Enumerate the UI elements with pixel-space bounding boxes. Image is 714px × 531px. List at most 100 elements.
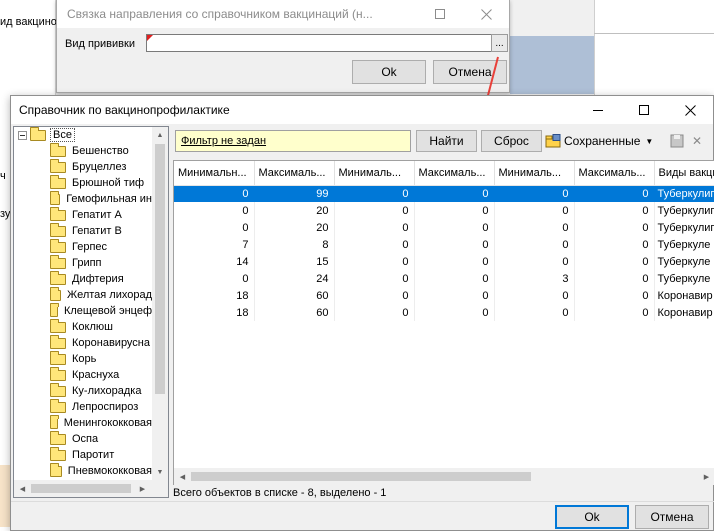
- saved-filters-dropdown[interactable]: Сохраненные ▼: [545, 130, 653, 152]
- maximize-button[interactable]: [417, 0, 463, 28]
- scroll-left-icon[interactable]: ◀: [174, 468, 191, 485]
- table-row[interactable]: 18 60 0 0 0 0 Коронавир: [174, 304, 714, 321]
- table-row[interactable]: 0 20 0 0 0 0 Туберкулиг: [174, 219, 714, 236]
- column-header[interactable]: Минималь...: [334, 161, 415, 186]
- find-button[interactable]: Найти: [416, 130, 477, 152]
- folder-icon: [50, 318, 66, 333]
- filter-toolbar: Фильтр не задан Найти Сброс Сохраненные …: [173, 128, 713, 156]
- scroll-right-icon[interactable]: ▶: [134, 480, 151, 497]
- scroll-down-icon[interactable]: ▼: [152, 464, 168, 481]
- link-dialog-titlebar[interactable]: Связка направления со справочником вакци…: [57, 0, 509, 28]
- table-cell: 0: [174, 270, 255, 287]
- tree-item[interactable]: Пневмококковая: [14, 462, 154, 479]
- tree-item[interactable]: Дифтерия: [14, 270, 154, 287]
- grid-horizontal-scrollbar[interactable]: ◀ ▶: [173, 468, 714, 485]
- folder-icon: [50, 222, 66, 237]
- tree-item[interactable]: Паротит: [14, 446, 154, 463]
- table-cell: 0: [414, 219, 495, 236]
- tree-item[interactable]: Лепроспироз: [14, 398, 154, 415]
- link-dialog-title: Связка направления со справочником вакци…: [67, 7, 373, 21]
- delete-filter-icon[interactable]: ✕: [689, 133, 705, 149]
- tree-item[interactable]: Корь: [14, 350, 154, 367]
- table-cell: 60: [254, 287, 335, 304]
- close-button[interactable]: [463, 0, 509, 28]
- tree-item[interactable]: Грипп: [14, 254, 154, 271]
- filter-link[interactable]: Фильтр не задан: [175, 130, 411, 152]
- maximize-button[interactable]: [621, 96, 667, 124]
- tree-vertical-scrollbar[interactable]: ▲ ▼: [152, 127, 168, 481]
- column-header[interactable]: Максималь...: [574, 161, 655, 186]
- table-cell: 0: [574, 219, 655, 236]
- table-cell: 0: [574, 304, 655, 321]
- scroll-up-icon[interactable]: ▲: [152, 127, 168, 144]
- tree-horizontal-thumb[interactable]: [31, 484, 131, 493]
- collapse-icon[interactable]: [18, 130, 27, 140]
- tree-item[interactable]: Желтая лихорад: [14, 286, 154, 303]
- tree-item-label: Бруцеллез: [72, 161, 127, 173]
- tree-item[interactable]: Менингококковая: [14, 414, 154, 431]
- table-body: 0 99 0 0 0 0 Туберкулиг 0 20 0 0 0 0 Туберкулиг 0 20 0 0 0…: [174, 185, 714, 321]
- tree-vertical-thumb[interactable]: [155, 144, 165, 394]
- background-selection-strip: [510, 36, 594, 94]
- ok-button[interactable]: Ok: [555, 505, 629, 529]
- table-cell: 0: [334, 236, 415, 253]
- reference-dialog-titlebar[interactable]: Справочник по вакцинопрофилактике: [11, 96, 713, 124]
- table-cell: 0: [494, 202, 575, 219]
- column-header[interactable]: Максималь...: [414, 161, 495, 186]
- table-cell: Туберкулиг: [654, 185, 714, 202]
- tree-item[interactable]: Герпес: [14, 238, 154, 255]
- table-cell: 0: [574, 202, 655, 219]
- table-row[interactable]: 14 15 0 0 0 0 Туберкуле: [174, 253, 714, 270]
- column-header[interactable]: Максималь...: [254, 161, 335, 186]
- tree-item-label: Менингококковая: [63, 417, 152, 429]
- save-filter-icon[interactable]: [669, 133, 685, 149]
- vaccine-category-tree[interactable]: Все Бешенство Бруцеллез Брюшной тиф Гемофил…: [13, 126, 169, 498]
- table-cell: 0: [414, 270, 495, 287]
- minimize-button[interactable]: [575, 96, 621, 124]
- tree-item[interactable]: Бешенство: [14, 142, 154, 159]
- vaccination-type-field[interactable]: [146, 34, 492, 52]
- ok-button[interactable]: Ok: [352, 60, 426, 84]
- tree-item[interactable]: Коронавирусна: [14, 334, 154, 351]
- tree-item[interactable]: Ку-лихорадка: [14, 382, 154, 399]
- vaccine-data-grid[interactable]: Минимальн... Максималь... Минималь... Макси…: [173, 160, 714, 484]
- scroll-right-icon[interactable]: ▶: [698, 468, 714, 485]
- table-row[interactable]: 0 24 0 0 3 0 Туберкуле: [174, 270, 714, 287]
- column-header[interactable]: Виды вакци: [654, 161, 714, 186]
- tree-item[interactable]: Бруцеллез: [14, 158, 154, 175]
- tree-item[interactable]: Оспа: [14, 430, 154, 447]
- table-cell: 0: [174, 219, 255, 236]
- tree-item-label: Оспа: [72, 433, 99, 445]
- grid-horizontal-thumb[interactable]: [191, 472, 531, 481]
- tree-item[interactable]: Гепатит А: [14, 206, 154, 223]
- table-header-row: Минимальн... Максималь... Минималь... Макси…: [174, 161, 714, 186]
- cancel-button[interactable]: Отмена: [635, 505, 709, 529]
- table-row[interactable]: 7 8 0 0 0 0 Туберкуле: [174, 236, 714, 253]
- close-button[interactable]: [667, 96, 713, 124]
- column-header[interactable]: Минималь...: [494, 161, 575, 186]
- maximize-icon: [435, 9, 445, 19]
- column-header[interactable]: Минимальн...: [174, 161, 255, 186]
- browse-button[interactable]: ...: [491, 34, 508, 52]
- table-cell: 18: [174, 287, 255, 304]
- table-row[interactable]: 18 60 0 0 0 0 Коронавир: [174, 287, 714, 304]
- tree-item-label: Корь: [72, 353, 97, 365]
- tree-item[interactable]: Брюшной тиф: [14, 174, 154, 191]
- table-cell: 0: [574, 270, 655, 287]
- scroll-left-icon[interactable]: ◀: [14, 480, 31, 497]
- tree-item[interactable]: Гемофильная ин: [14, 190, 154, 207]
- table-cell: 0: [174, 185, 255, 202]
- tree-item[interactable]: Краснуха: [14, 366, 154, 383]
- tree-root[interactable]: Все: [14, 127, 154, 143]
- table-row[interactable]: 0 99 0 0 0 0 Туберкулиг: [174, 185, 714, 202]
- table-cell: 0: [574, 185, 655, 202]
- tree-item-label: Дифтерия: [72, 273, 124, 285]
- tree-item[interactable]: Гепатит В: [14, 222, 154, 239]
- table-cell: Туберкуле: [654, 270, 714, 287]
- tree-horizontal-scrollbar[interactable]: ◀ ▶: [14, 480, 168, 497]
- tree-item[interactable]: Коклюш: [14, 318, 154, 335]
- table-row[interactable]: 0 20 0 0 0 0 Туберкулиг: [174, 202, 714, 219]
- tree-item-label: Коронавирусна: [72, 337, 151, 349]
- tree-item[interactable]: Клещевой энцеф: [14, 302, 154, 319]
- reset-button[interactable]: Сброс: [481, 130, 542, 152]
